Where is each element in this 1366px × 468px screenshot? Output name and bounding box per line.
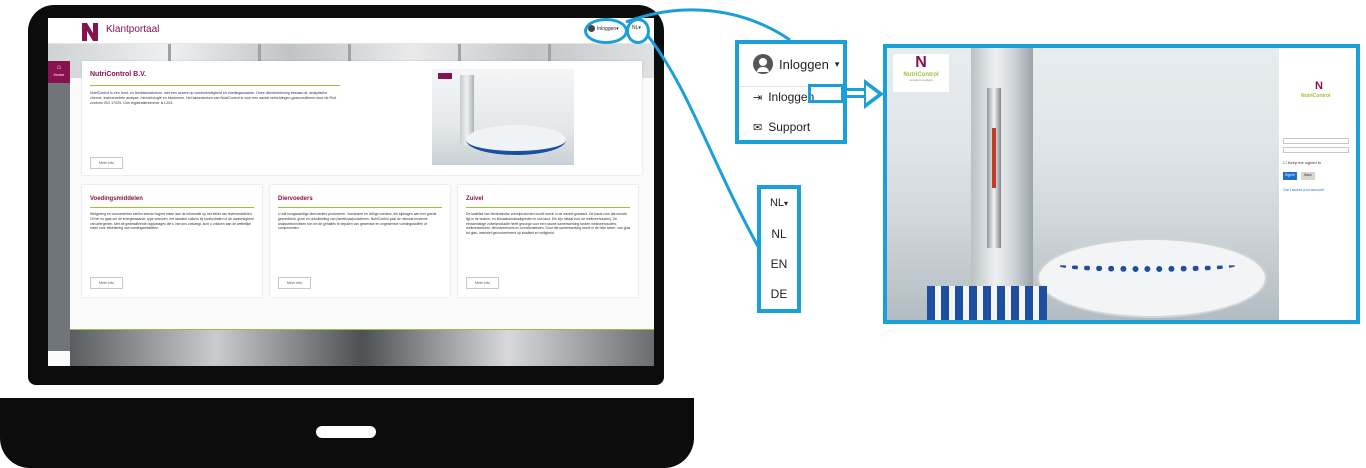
nutricontrol-logo-icon: N (915, 54, 927, 71)
logo-tagline: excellent analysis (909, 78, 933, 82)
language-dropdown-header[interactable]: NL▾ (761, 197, 797, 209)
login-dropdown-header[interactable]: Inloggen ▾ (739, 54, 843, 74)
user-icon (753, 54, 773, 74)
password-field[interactable] (1283, 147, 1349, 153)
inloggen-highlight-box (808, 84, 844, 103)
photo-probe-red (992, 128, 996, 188)
login-dropdown-header-label: Inloggen (779, 56, 829, 72)
language-dropdown-callout: NL▾ NL EN DE (757, 185, 801, 313)
login-background-photo: N NutriControl excellent analysis (887, 48, 1279, 320)
envelope-icon: ✉ (753, 121, 763, 134)
arrow-head-inner (866, 85, 878, 103)
login-photo-logo: N NutriControl excellent analysis (893, 54, 949, 92)
caret-down-icon: ▾ (784, 199, 789, 208)
language-header-label: NL (769, 197, 785, 209)
language-option-en[interactable]: EN (761, 257, 797, 271)
language-option-de[interactable]: DE (761, 287, 797, 301)
caret-down-icon: ▾ (834, 58, 840, 69)
photo-vial-rack (927, 286, 1047, 320)
forgot-account-link[interactable]: Can't access your account? (1283, 188, 1325, 192)
login-form-panel: N NutriControl ☐ Keep me signed in Sign … (1279, 48, 1356, 320)
photo-sample-tray (1037, 238, 1267, 318)
language-option-nl[interactable]: NL (761, 227, 797, 241)
login-menu-item-support[interactable]: ✉ Support (739, 120, 843, 134)
photo-vials (1057, 258, 1237, 272)
nutricontrol-logo-icon: N (1315, 80, 1323, 92)
sign-in-icon: ⇥ (753, 91, 763, 104)
keep-signed-in-checkbox[interactable]: ☐ Keep me signed in (1283, 160, 1321, 165)
sign-in-button[interactable]: Sign in (1283, 172, 1297, 180)
login-page-preview: N NutriControl excellent analysis N Nutr… (883, 44, 1360, 324)
menu-item-label: Support (768, 120, 811, 134)
photo-instrument-column (971, 48, 1033, 320)
keep-signed-in-label: Keep me signed in (1287, 160, 1321, 165)
username-field[interactable] (1283, 138, 1349, 144)
form-brand-name: NutriControl (1301, 93, 1331, 99)
back-button[interactable]: Back (1301, 172, 1315, 180)
